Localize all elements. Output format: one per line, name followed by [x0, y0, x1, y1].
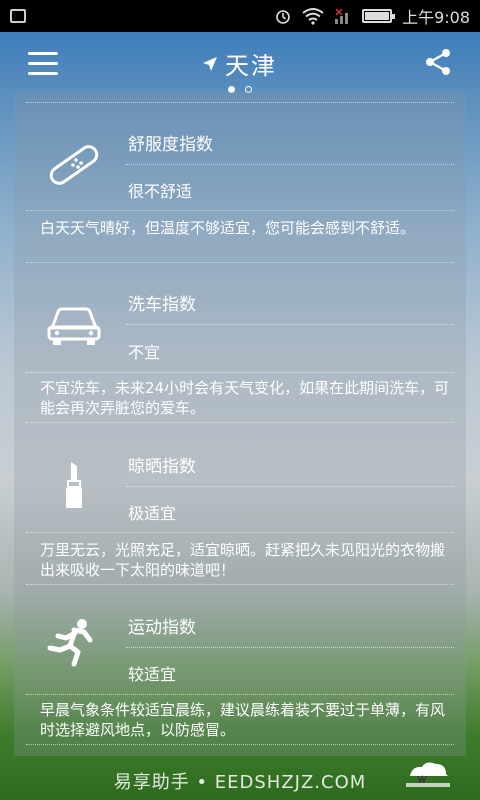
- index-title: 晾晒指数: [128, 457, 196, 477]
- alarm-icon: [276, 10, 290, 24]
- index-value: 较适宜: [128, 665, 177, 684]
- index-description: 不宜洗车，未来24小时会有天气变化，如果在此期间洗车，可能会再次弄脏您的爱车。: [40, 379, 450, 417]
- wifi-icon: [302, 8, 324, 25]
- index-title: 舒服度指数: [128, 135, 213, 155]
- divider: [26, 210, 454, 212]
- divider: [26, 584, 454, 586]
- footer: 易享助手 • EEDSHZJZ.COM: [0, 760, 480, 800]
- city-name: 天津: [225, 52, 277, 80]
- share-icon[interactable]: [424, 48, 452, 76]
- index-value: 不宜: [128, 343, 161, 362]
- life-index-card: 舒服度指数 很不舒适 白天天气晴好，但温度不够适宜，您可能会感到不舒适。 洗车指…: [14, 92, 466, 756]
- index-description: 早晨气象条件较适宜晨练，建议晨练着装不要过于单薄，有风时选择避风地点，以防感冒。: [40, 701, 446, 739]
- divider: [126, 324, 454, 326]
- car-icon: [47, 307, 101, 345]
- lipstick-icon: [66, 462, 82, 508]
- divider: [26, 532, 454, 534]
- wunderground-logo[interactable]: [404, 760, 452, 788]
- divider: [26, 102, 454, 104]
- divider: [26, 744, 454, 746]
- index-value: 很不舒适: [128, 182, 193, 201]
- app-header: 天津: [0, 32, 480, 93]
- index-value: 极适宜: [128, 504, 177, 523]
- battery-icon: [362, 9, 396, 23]
- signal-icon: [335, 8, 349, 24]
- location-arrow-icon: [203, 56, 217, 71]
- divider: [126, 164, 454, 166]
- divider: [126, 486, 454, 488]
- divider: [26, 262, 454, 264]
- divider: [26, 694, 454, 696]
- divider: [26, 422, 454, 424]
- divider: [26, 372, 454, 374]
- status-bar: 上午9:08: [0, 0, 480, 32]
- divider: [126, 647, 454, 649]
- bandage-icon: [49, 145, 99, 185]
- index-title: 洗车指数: [128, 295, 196, 315]
- running-person-icon: [47, 619, 93, 667]
- index-description: 白天天气晴好，但温度不够适宜，您可能会感到不舒适。: [40, 219, 416, 237]
- clock: 上午9:08: [402, 8, 470, 27]
- index-title: 运动指数: [128, 618, 196, 638]
- index-description: 万里无云，光照充足，适宜晾晒。赶紧把久未见阳光的衣物搬出来吸收一下太阳的味道吧！: [40, 541, 446, 579]
- screenshot-icon: [10, 9, 26, 23]
- city-title[interactable]: 天津: [203, 46, 277, 81]
